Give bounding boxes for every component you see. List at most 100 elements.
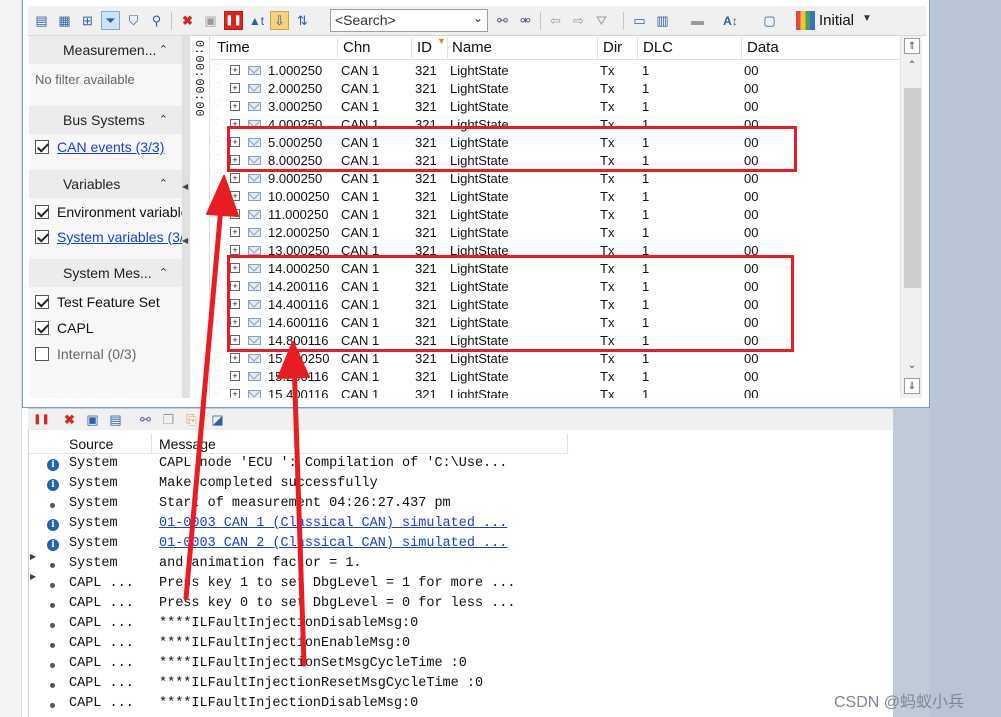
checkbox-test-feature-set[interactable] [35, 295, 49, 309]
filter-icon[interactable]: ▣ [83, 410, 102, 429]
write-row[interactable]: System Start of measurement 04:26:27.437 … [29, 495, 889, 515]
bookmark-icon[interactable]: ♡ [213, 225, 222, 236]
trace-row[interactable]: ♡ +9.000250 CAN 1 321 LightState Tx 1 00 [211, 170, 900, 188]
bookmark-icon[interactable]: ♡ [213, 81, 222, 92]
trace-scrollbar[interactable]: ⇑ ⌃ ⌄ ⇓ [900, 36, 922, 398]
bus-systems-header[interactable]: Bus Systems ⌃ [29, 106, 182, 134]
splitter-arrow-icon[interactable]: ◀ [182, 182, 188, 191]
measurement-section-header[interactable]: Measuremen... ⌃ [29, 36, 182, 64]
export-icon[interactable]: ⎘ [182, 410, 201, 429]
system-messages-header[interactable]: System Mes... ⌃ [29, 259, 182, 287]
cell-message[interactable]: 01-0003 CAN 1 (Classical CAN) simulated … [159, 516, 507, 531]
can-events-filter[interactable]: CAN events (3/3) [35, 136, 182, 158]
bookmark-icon[interactable]: ♡ [213, 351, 222, 362]
scroll-bottom-icon[interactable]: ⇓ [904, 378, 920, 394]
expand-icon[interactable]: + [230, 389, 240, 398]
columns-icon[interactable]: ▥ [653, 11, 672, 30]
trace-row[interactable]: ♡ +15.000250 CAN 1 321 LightState Tx 1 00 [211, 350, 900, 368]
cell-message[interactable]: 01-0003 CAN 2 (Classical CAN) simulated … [159, 536, 507, 551]
capl-filter[interactable]: CAPL [35, 317, 182, 339]
delete-icon[interactable]: ✖ [178, 11, 197, 30]
write-row[interactable]: i System 01-0003 CAN 1 (Classical CAN) sim… [29, 515, 889, 535]
expand-icon[interactable]: + [230, 65, 240, 75]
split-view-icon[interactable]: ▬ [688, 11, 707, 30]
trace-row[interactable]: ♡ +15.200116 CAN 1 321 LightState Tx 1 00 [211, 368, 900, 386]
bookmark-icon[interactable]: ♡ [213, 117, 222, 128]
splitter-arrow-icon[interactable]: ▶ [30, 572, 36, 581]
bookmark-icon[interactable]: ♡ [213, 279, 222, 290]
find-icon[interactable]: ⚲ [147, 11, 166, 30]
find-previous-icon[interactable]: ⚮ [516, 11, 535, 30]
variables-header[interactable]: Variables ⌃ [29, 170, 182, 198]
column-message[interactable]: Message [159, 436, 216, 452]
write-row[interactable]: i System CAPL node 'ECU ': Compilation of … [29, 455, 889, 475]
write-row[interactable]: CAPL ... ****ILFaultInjectionResetMsgCycl… [29, 675, 889, 695]
bookmark-icon[interactable]: ♡ [213, 153, 222, 164]
font-size-icon[interactable]: A↕ [721, 11, 740, 30]
bookmark-icon[interactable]: ♡ [213, 207, 222, 218]
column-chn[interactable]: Chn [343, 39, 371, 56]
collapse-icon[interactable]: ⌃ [159, 106, 168, 134]
write-row[interactable]: i System 01-0003 CAN 2 (Classical CAN) sim… [29, 535, 889, 555]
bookmark-icon[interactable]: ♡ [213, 315, 222, 326]
write-row[interactable]: CAPL ... ****ILFaultInjectionSetMsgCycleT… [29, 655, 889, 675]
pause-icon[interactable]: ❚❚ [224, 11, 243, 30]
bookmark-icon[interactable]: ♡ [213, 261, 222, 272]
trace-row[interactable]: ♡ +15.400116 CAN 1 321 LightState Tx 1 00 [211, 386, 900, 398]
color-scheme-icon[interactable] [796, 11, 815, 30]
expand-icon[interactable]: + [230, 353, 240, 363]
expand-icon[interactable]: + [230, 101, 240, 111]
bookmark-icon[interactable]: ♡ [213, 189, 222, 200]
column-dlc[interactable]: DLC [643, 39, 673, 56]
write-row[interactable]: CAPL ... ****ILFaultInjectionEnableMsg:0 [29, 635, 889, 655]
filter-active-icon[interactable]: ⏷ [101, 11, 120, 30]
scroll-down-icon[interactable]: ⌄ [904, 358, 920, 374]
splitter-arrow-icon[interactable]: ◀ [182, 236, 188, 245]
time-mode-icon[interactable]: ▲t [247, 11, 266, 30]
trace-row[interactable]: ♡ +3.000250 CAN 1 321 LightState Tx 1 00 [211, 98, 900, 116]
bookmark-icon[interactable]: ♡ [213, 135, 222, 146]
bookmark-icon[interactable]: ♡ [213, 63, 222, 74]
column-source[interactable]: Source [69, 436, 113, 452]
expand-icon[interactable]: + [230, 227, 240, 237]
column-id[interactable]: ID [417, 39, 432, 56]
bookmark-icon[interactable]: ♡ [213, 99, 222, 110]
checkbox-system-variables[interactable] [35, 230, 49, 244]
bookmark-icon[interactable]: ♡ [213, 297, 222, 308]
expand-icon[interactable]: + [230, 209, 240, 219]
expand-icon[interactable]: + [230, 371, 240, 381]
find-icon[interactable]: ⚯ [136, 410, 155, 429]
delete-icon[interactable]: ✖ [60, 410, 79, 429]
bookmark-icon[interactable]: ♡ [213, 369, 222, 380]
copy-icon[interactable]: ❐ [159, 410, 178, 429]
search-input[interactable]: <Search> ⌄ [330, 9, 488, 32]
system-variables-filter[interactable]: System variables (3/4 [35, 226, 182, 248]
settings-icon[interactable]: ◪ [208, 410, 227, 429]
write-row[interactable]: i System Make completed successfully [29, 475, 889, 495]
window-layout-icon[interactable]: ▭ [630, 11, 649, 30]
trace-row[interactable]: ♡ +1.000250 CAN 1 321 LightState Tx 1 00 [211, 62, 900, 80]
trace-row[interactable]: ♡ +11.000250 CAN 1 321 LightState Tx 1 00 [211, 206, 900, 224]
expand-icon[interactable]: + [230, 191, 240, 201]
scroll-lock-icon[interactable]: ⇩ [270, 11, 289, 30]
marker-icon[interactable]: ⛛ [592, 11, 611, 30]
scroll-top-icon[interactable]: ⇑ [904, 38, 920, 54]
column-dir[interactable]: Dir [603, 39, 622, 56]
column-time[interactable]: Time [217, 39, 250, 56]
trace-row[interactable]: ♡ +12.000250 CAN 1 321 LightState Tx 1 00 [211, 224, 900, 242]
find-next-icon[interactable]: ⚯ [493, 11, 512, 30]
checkbox-can-events[interactable] [35, 140, 49, 154]
collapse-icon[interactable]: ⌃ [159, 259, 168, 287]
sort-icon[interactable]: ⇅ [293, 11, 312, 30]
write-row[interactable]: CAPL ... ****ILFaultInjectionDisableMsg:0 [29, 695, 889, 715]
collapse-icon[interactable]: ⌃ [159, 170, 168, 198]
expand-icon[interactable]: + [230, 245, 240, 255]
write-row[interactable]: CAPL ... ****ILFaultInjectionDisableMsg:0 [29, 615, 889, 635]
clear-icon[interactable]: ▣ [201, 11, 220, 30]
trace-row[interactable]: ♡ +10.000250 CAN 1 321 LightState Tx 1 00 [211, 188, 900, 206]
forward-arrow-icon[interactable]: ⇨ [569, 11, 588, 30]
sidebar-splitter[interactable]: ◀ ◀ [182, 36, 190, 398]
filter-clear-icon[interactable]: ▤ [106, 410, 125, 429]
chevron-down-icon[interactable]: ⌄ [473, 11, 483, 25]
trace-row[interactable]: ♡ +2.000250 CAN 1 321 LightState Tx 1 00 [211, 80, 900, 98]
